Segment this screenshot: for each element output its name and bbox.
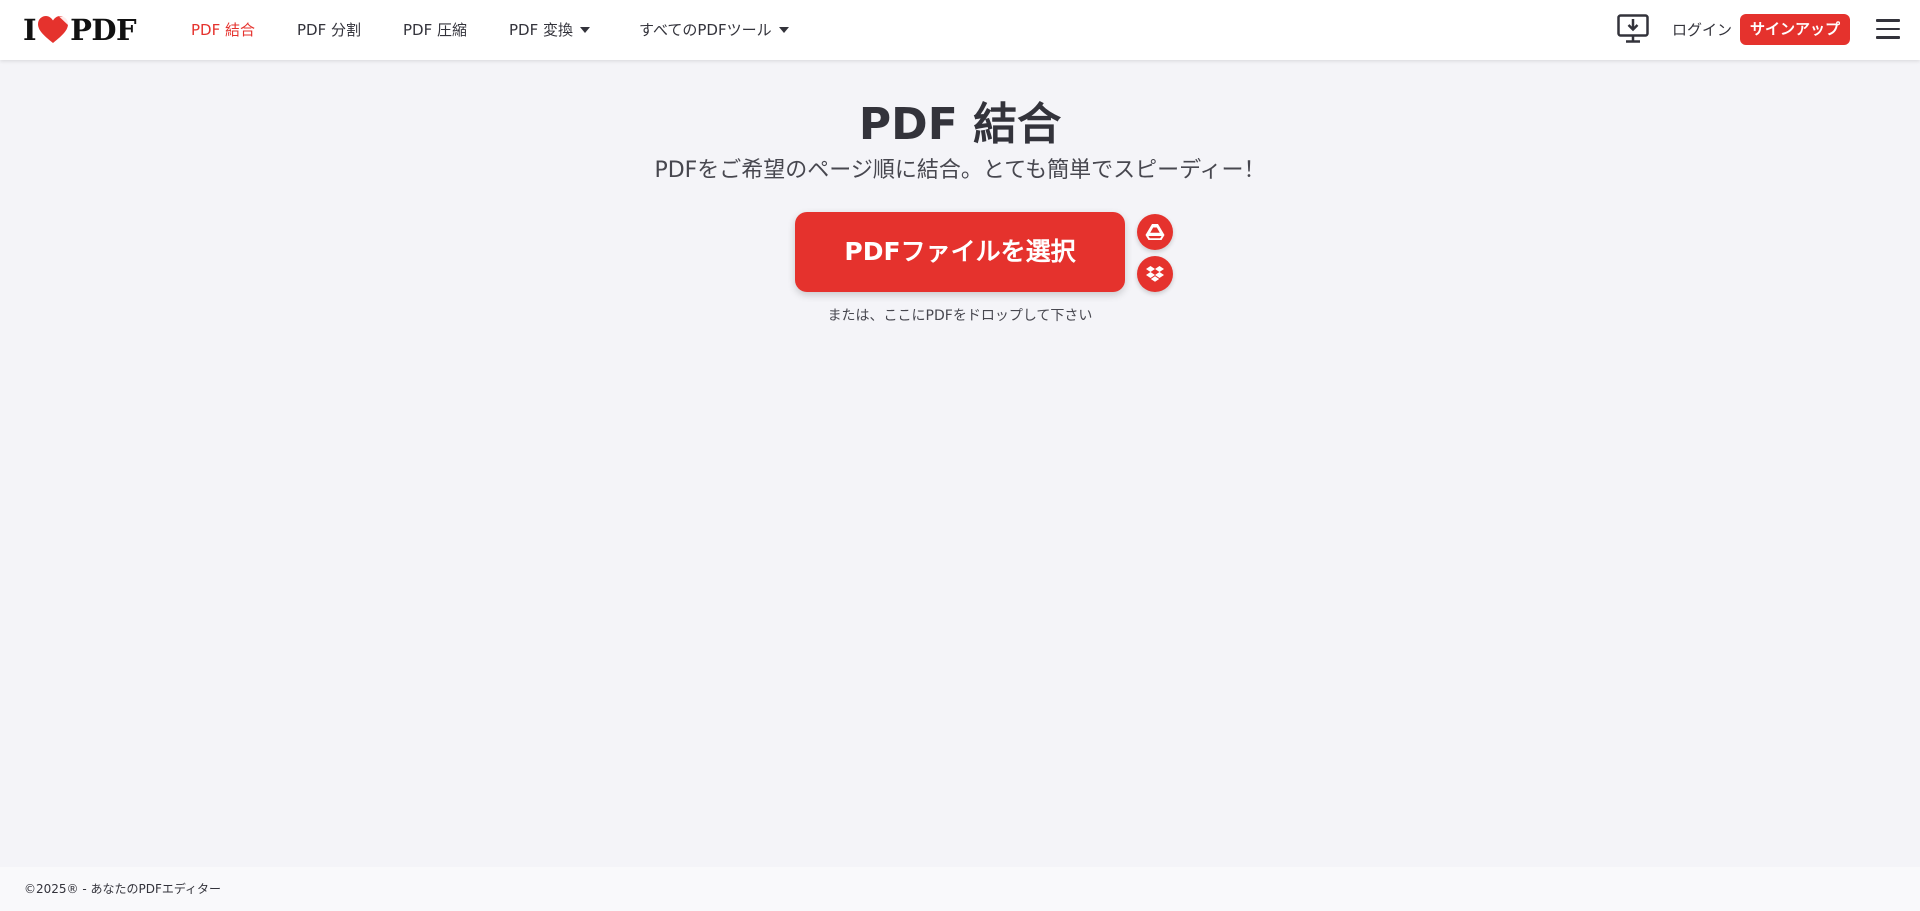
page-title: PDF 結合 (858, 99, 1062, 150)
caret-down-icon (580, 26, 590, 33)
nav-compress-pdf[interactable]: PDF 圧縮 (403, 0, 467, 60)
login-link[interactable]: ログイン (1672, 0, 1732, 60)
drop-hint-text: または、ここにPDFをドロップして下さい (827, 308, 1093, 324)
nav-split-pdf[interactable]: PDF 分割 (297, 0, 361, 60)
page-subtitle: PDFをご希望のページ順に結合。とても簡単でスピーディー！ (654, 158, 1266, 183)
logo-text-i: I (23, 13, 37, 47)
ilovepdf-logo[interactable]: I PDF (23, 12, 137, 48)
signup-button[interactable]: サインアップ (1740, 14, 1850, 45)
menu-bar (1876, 27, 1900, 30)
select-pdf-files-button[interactable]: PDFファイルを選択 (795, 212, 1125, 292)
logo-text-pdf: PDF (70, 13, 137, 47)
nav-label: PDF 変換 (509, 21, 573, 39)
menu-bar (1876, 19, 1900, 22)
nav-all-tools-dropdown[interactable]: すべてのPDFツール (639, 0, 789, 60)
nav-merge-pdf[interactable]: PDF 結合 (191, 0, 255, 60)
nav-label: PDF 分割 (297, 21, 361, 39)
nav-label: PDF 結合 (191, 21, 255, 39)
nav-label: PDF 圧縮 (403, 21, 467, 39)
hamburger-menu-icon[interactable] (1876, 19, 1900, 39)
desktop-download-icon[interactable] (1617, 14, 1649, 44)
top-header: I PDF PDF 結合 PDF 分割 PDF 圧縮 PDF 変換 すべてのPD… (0, 0, 1920, 60)
caret-down-icon (778, 26, 789, 33)
nav-convert-pdf-dropdown[interactable]: PDF 変換 (509, 0, 590, 60)
nav-label: すべてのPDFツール (639, 21, 772, 39)
footer-copyright: ©2025® - あなたのPDFエディター (24, 882, 222, 896)
google-drive-button[interactable] (1137, 214, 1173, 250)
google-drive-icon (1145, 224, 1165, 240)
footer: ©2025® - あなたのPDFエディター (0, 867, 1920, 911)
menu-bar (1876, 36, 1900, 39)
dropbox-button[interactable] (1137, 256, 1173, 292)
dropbox-icon (1146, 266, 1164, 282)
heart-icon (38, 16, 69, 43)
